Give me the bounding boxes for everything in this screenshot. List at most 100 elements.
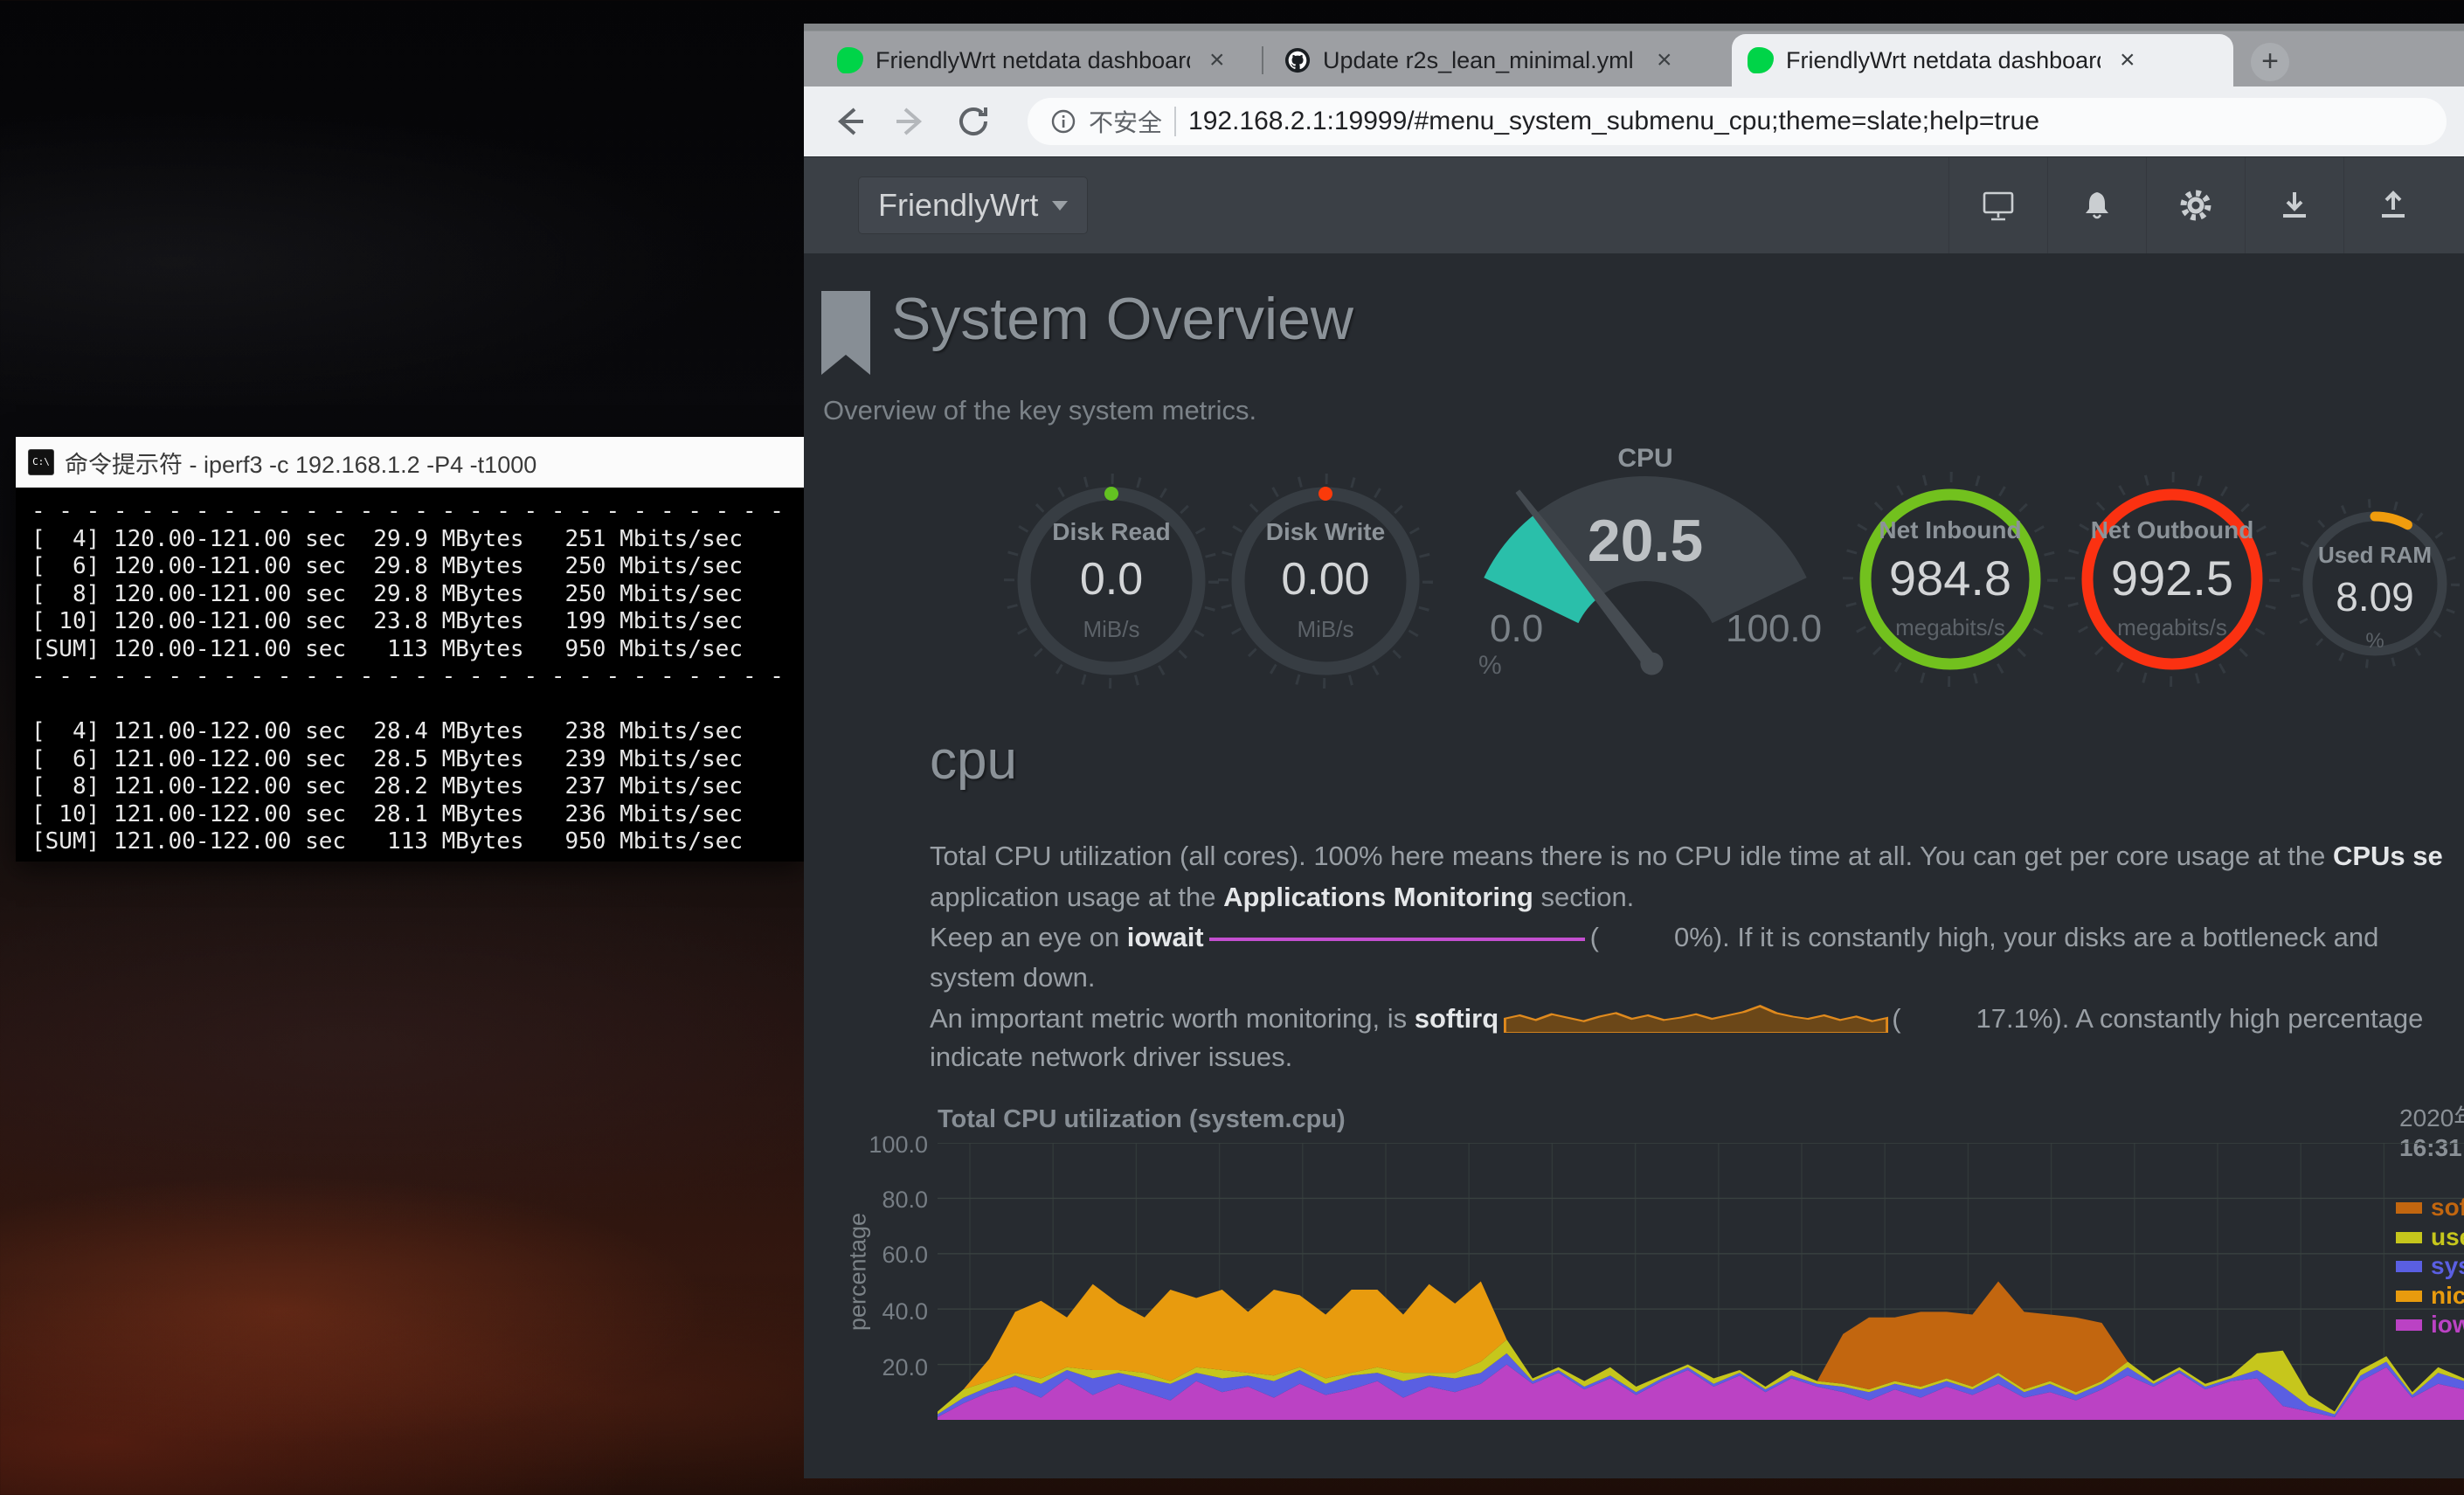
page-subtitle: Overview of the key system metrics.	[823, 395, 1256, 426]
back-icon[interactable]	[828, 100, 870, 142]
gauge-label: Net Outbound	[2041, 516, 2303, 544]
url-text[interactable]: 192.168.2.1:19999/#menu_system_submenu_c…	[1188, 107, 2039, 136]
gauge-unit: %	[1478, 651, 1502, 681]
gauge-unit: %	[2244, 629, 2464, 654]
cpu-description-line: indicate network driver issues.	[930, 1042, 1292, 1073]
navbar-item-import[interactable]	[2245, 157, 2343, 253]
terminal-line: [ 8] 120.00-121.00 sec 29.8 MBytes 250 M…	[31, 581, 788, 609]
terminal-line	[31, 691, 788, 719]
tab-separator	[1262, 46, 1263, 74]
tab-close-icon[interactable]: ×	[2120, 47, 2135, 73]
navbar-item-alarms[interactable]	[2047, 157, 2146, 253]
navbar-item-settings[interactable]	[2146, 157, 2245, 253]
cpu-description-line: Total CPU utilization (all cores). 100% …	[930, 841, 2443, 872]
applications-monitoring-link[interactable]: Applications Monitoring	[1223, 882, 1533, 912]
gauge-label: Disk Write	[1194, 518, 1457, 546]
page-title: System Overview	[891, 285, 1353, 353]
tab-label: FriendlyWrt netdata dashboard	[876, 47, 1190, 74]
navbar-item-monitor[interactable]	[1948, 157, 2047, 253]
upload-icon	[2375, 187, 2412, 224]
netdata-favicon-icon	[837, 47, 863, 73]
cmd-prompt-icon: C:\	[28, 449, 54, 475]
legend-item-system[interactable]: system	[2396, 1252, 2464, 1280]
terminal-window: C:\ 命令提示符 - iperf3 -c 192.168.1.2 -P4 -t…	[16, 437, 804, 862]
cpus-link[interactable]: CPUs se	[2333, 841, 2443, 871]
iowait-sparkline[interactable]	[1209, 936, 1585, 941]
browser-tabstrip: FriendlyWrt netdata dashboard × Update r…	[804, 24, 2464, 87]
cpu-description-line: application usage at the Applications Mo…	[930, 882, 1634, 913]
y-tick: 20.0	[823, 1354, 928, 1381]
cpu-utilization-chart[interactable]	[938, 1143, 2464, 1420]
legend-swatch	[2396, 1232, 2422, 1243]
tab-label: Update r2s_lean_minimal.yml · k	[1323, 47, 1637, 74]
tab-close-icon[interactable]: ×	[1209, 47, 1225, 73]
terminal-line: [ 4] 121.00-122.00 sec 28.4 MBytes 238 M…	[31, 718, 788, 746]
github-favicon-icon	[1284, 47, 1311, 73]
info-icon[interactable]	[1050, 108, 1076, 135]
url-separator	[1174, 107, 1176, 136]
gauge-value: 8.09	[2244, 573, 2464, 620]
terminal-line: [SUM] 120.00-121.00 sec 113 MBytes 950 M…	[31, 636, 788, 664]
legend-item-nice[interactable]: nice	[2396, 1282, 2464, 1310]
forward-icon[interactable]	[889, 100, 931, 142]
gauge-max: 100.0	[1726, 607, 1822, 651]
cpu-description-line: system down.	[930, 962, 1096, 993]
terminal-line: [ 8] 121.00-122.00 sec 28.2 MBytes 237 M…	[31, 773, 788, 801]
legend-swatch	[2396, 1291, 2422, 1302]
host-dropdown-button[interactable]: FriendlyWrt	[858, 176, 1088, 234]
terminal-line: [ 4] 120.00-121.00 sec 29.9 MBytes 251 M…	[31, 526, 788, 554]
terminal-line: [ 6] 121.00-122.00 sec 28.5 MBytes 239 M…	[31, 746, 788, 774]
section-heading-cpu: cpu	[930, 730, 1017, 792]
tab-netdata-dashboard-2-active[interactable]: FriendlyWrt netdata dashboard ×	[1732, 34, 2233, 87]
gauge-min: 0.0	[1490, 607, 1543, 651]
cpu-description-line: Keep an eye on iowait(0%). If it is cons…	[930, 922, 2378, 953]
new-tab-button[interactable]: +	[2251, 43, 2289, 81]
host-name: FriendlyWrt	[878, 187, 1038, 224]
navbar-item-export[interactable]	[2343, 157, 2442, 253]
chevron-down-icon	[1052, 201, 1068, 211]
gauge-label: Used RAM	[2244, 542, 2464, 569]
tab-github-update[interactable]: Update r2s_lean_minimal.yml · k ×	[1269, 34, 1727, 87]
y-tick: 40.0	[823, 1298, 928, 1325]
desktop: { "terminal": { "title": "命令提示符 - iperf3…	[0, 0, 2464, 1495]
browser-window: FriendlyWrt netdata dashboard × Update r…	[804, 24, 2464, 1478]
terminal-line: [SUM] 121.00-122.00 sec 113 MBytes 950 M…	[31, 828, 788, 856]
y-axis-label: percentage	[845, 1202, 872, 1342]
browser-toolbar: 不安全 192.168.2.1:19999/#menu_system_subme…	[804, 87, 2464, 156]
chart-title: Total CPU utilization (system.cpu)	[938, 1105, 1346, 1134]
security-label[interactable]: 不安全	[1089, 104, 1162, 139]
download-icon	[2276, 187, 2313, 224]
softirq-sparkline[interactable]	[1504, 1001, 1888, 1033]
disk-read-dot	[1104, 487, 1118, 501]
gauge-unit: MiB/s	[1194, 616, 1457, 643]
terminal-line: [ 6] 120.00-121.00 sec 29.8 MBytes 250 M…	[31, 553, 788, 581]
legend-swatch	[2396, 1319, 2422, 1331]
terminal-line: [ 10] 121.00-122.00 sec 28.1 MBytes 236 …	[31, 801, 788, 829]
gauge-label: CPU	[1514, 444, 1776, 474]
netdata-navbar: FriendlyWrt	[804, 157, 2464, 253]
y-tick: 80.0	[823, 1187, 928, 1214]
address-bar[interactable]: 不安全 192.168.2.1:19999/#menu_system_subme…	[1028, 98, 2447, 145]
disk-write-dot	[1319, 487, 1332, 501]
legend-swatch	[2396, 1261, 2422, 1272]
tab-netdata-dashboard-1[interactable]: FriendlyWrt netdata dashboard ×	[821, 34, 1263, 87]
terminal-titlebar[interactable]: C:\ 命令提示符 - iperf3 -c 192.168.1.2 -P4 -t…	[16, 437, 804, 488]
terminal-line: - - - - - - - - - - - - - - - - - - - - …	[31, 663, 788, 691]
reload-icon[interactable]	[952, 100, 994, 142]
legend-item-user[interactable]: user	[2396, 1223, 2464, 1251]
y-tick: 60.0	[823, 1242, 928, 1269]
terminal-line: - - - - - - - - - - - - - - - - - - - - …	[31, 498, 788, 526]
legend-item-softirq[interactable]: softirq	[2396, 1194, 2464, 1222]
tab-close-icon[interactable]: ×	[1657, 47, 1672, 73]
tab-label: FriendlyWrt netdata dashboard	[1786, 47, 2101, 74]
gauge-value: 20.5	[1514, 507, 1776, 575]
netdata-favicon-icon	[1748, 47, 1774, 73]
legend-item-iowait[interactable]: iowait	[2396, 1311, 2464, 1339]
terminal-line: [ 10] 120.00-121.00 sec 23.8 MBytes 199 …	[31, 608, 788, 636]
bell-icon	[2079, 187, 2115, 224]
netdata-content: System Overview Overview of the key syst…	[804, 253, 2464, 1398]
monitor-icon	[1980, 187, 2017, 224]
legend-swatch	[2396, 1202, 2422, 1214]
bookmark-icon	[821, 291, 870, 375]
y-tick: 100.0	[823, 1132, 928, 1159]
